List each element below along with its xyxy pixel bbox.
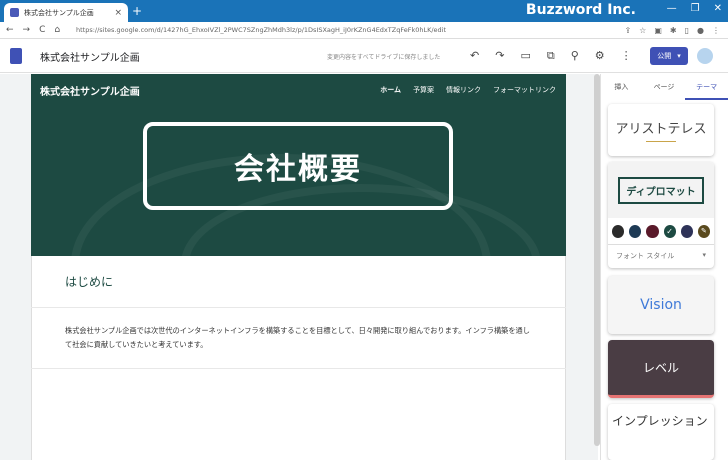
tab-pages[interactable]: ページ (643, 74, 686, 100)
menu-icon[interactable]: ⋮ (712, 26, 720, 35)
undo-icon[interactable]: ↶ (470, 49, 479, 63)
nav-item-budget[interactable]: 予算案 (413, 85, 434, 95)
copy-link-icon[interactable]: ⧉ (547, 49, 555, 63)
window-controls: — ❐ ✕ (667, 3, 722, 14)
chevron-down-icon: ▾ (702, 251, 706, 259)
profile-icon[interactable]: ● (697, 26, 704, 35)
sites-favicon-icon (10, 8, 19, 17)
sites-appbar: 株式会社サンプル企画 変更内容をすべてドライブに保存しました ↶ ↷ ▭ ⧉ ⚲… (0, 40, 728, 73)
panel-tabs: 挿入 ページ テーマ (600, 74, 728, 100)
theme-vision[interactable]: Vision (608, 276, 714, 334)
publish-button[interactable]: 公開 ▾ (650, 47, 688, 65)
reload-icon[interactable]: C (39, 25, 45, 35)
puzzle-icon[interactable]: ✱ (670, 26, 677, 35)
theme-accent-line (646, 141, 676, 142)
back-icon[interactable]: ← (6, 25, 14, 35)
font-style-dropdown[interactable]: フォント スタイル ▾ (608, 244, 714, 267)
section-heading[interactable]: はじめに (65, 273, 113, 290)
editor-toolbar: ↶ ↷ ▭ ⧉ ⚲ ⚙ ⋮ (470, 49, 632, 63)
nav-item-links[interactable]: 情報リンク (446, 85, 481, 95)
theme-diplomat[interactable]: ディプロマット ✓ ✎ フォント スタイル ▾ (608, 162, 714, 268)
redo-icon[interactable]: ↷ (495, 49, 504, 63)
home-icon[interactable]: ⌂ (54, 25, 60, 35)
site-logo-text[interactable]: 株式会社サンプル企画 (40, 83, 140, 98)
nav-item-home[interactable]: ホーム (380, 85, 401, 95)
preview-icon[interactable]: ▭ (520, 49, 530, 63)
publish-label: 公開 (657, 52, 672, 60)
theme-impression[interactable]: インプレッション (608, 404, 714, 460)
page-title[interactable]: 会社概要 (143, 122, 453, 210)
new-tab-button[interactable]: + (132, 4, 142, 18)
theme-aristotle[interactable]: アリストテレス (608, 104, 714, 156)
extension-icon[interactable]: ▣ (654, 26, 662, 35)
url-field[interactable]: https://sites.google.com/d/1427hG_EhxoIV… (76, 26, 624, 34)
hero-banner[interactable]: 株式会社サンプル企画 ホーム 予算案 情報リンク フォーマットリンク 会社概要 (31, 74, 566, 256)
theme-name: ディプロマット (618, 176, 704, 204)
share-user-icon[interactable]: ⚲ (571, 49, 579, 63)
body-paragraph[interactable]: 株式会社サンプル企画では次世代のインターネットインフラを構築することを目標として… (65, 324, 535, 352)
share-icon[interactable]: ⇪ (624, 26, 631, 35)
color-swatches: ✓ ✎ (608, 218, 714, 238)
sidepanel-icon[interactable]: ▯ (685, 26, 689, 35)
color-swatch[interactable] (646, 225, 659, 238)
minimize-icon[interactable]: — (667, 3, 677, 14)
section-divider (31, 307, 566, 308)
address-bar: ← → C ⌂ https://sites.google.com/d/1427h… (0, 22, 728, 39)
watermark-brand: Buzzword Inc. (525, 2, 636, 18)
theme-level[interactable]: レベル (608, 340, 714, 398)
forward-icon[interactable]: → (23, 25, 31, 35)
close-window-icon[interactable]: ✕ (714, 3, 722, 14)
nav-buttons: ← → C ⌂ (0, 25, 70, 35)
site-navigation: ホーム 予算案 情報リンク フォーマットリンク (380, 85, 556, 95)
theme-name: アリストテレス (615, 122, 707, 137)
settings-icon[interactable]: ⚙ (595, 49, 605, 63)
browser-right-icons: ⇪ ☆ ▣ ✱ ▯ ● ⋮ (624, 26, 728, 35)
sites-logo-icon (10, 48, 22, 64)
theme-name: インプレッション (612, 414, 708, 428)
close-tab-icon[interactable]: × (114, 8, 122, 18)
theme-name: Vision (640, 297, 682, 313)
theme-name: レベル (642, 361, 679, 375)
custom-color-icon[interactable]: ✎ (697, 225, 711, 238)
save-status: 変更内容をすべてドライブに保存しました (327, 53, 441, 61)
font-style-label: フォント スタイル (616, 252, 675, 260)
star-icon[interactable]: ☆ (639, 26, 646, 35)
nav-item-format-links[interactable]: フォーマットリンク (493, 85, 556, 95)
restore-icon[interactable]: ❐ (691, 3, 700, 14)
tab-title: 株式会社サンプル企画 (24, 8, 94, 17)
publish-dropdown-icon[interactable]: ▾ (677, 52, 681, 60)
browser-titlebar: 株式会社サンプル企画 × + Buzzword Inc. — ❐ ✕ (0, 0, 728, 22)
color-swatch[interactable] (680, 225, 693, 238)
theme-preview: ディプロマット (608, 162, 714, 218)
tab-insert[interactable]: 挿入 (600, 74, 643, 100)
selected-swatch-check-icon[interactable]: ✓ (663, 225, 676, 238)
tab-themes[interactable]: テーマ (685, 74, 728, 100)
site-name[interactable]: 株式会社サンプル企画 (40, 49, 140, 64)
color-swatch[interactable] (629, 225, 642, 238)
more-icon[interactable]: ⋮ (621, 49, 632, 63)
color-swatch[interactable] (612, 225, 625, 238)
section-divider (31, 368, 566, 369)
avatar[interactable] (697, 48, 713, 64)
browser-tab[interactable]: 株式会社サンプル企画 × (4, 3, 128, 22)
